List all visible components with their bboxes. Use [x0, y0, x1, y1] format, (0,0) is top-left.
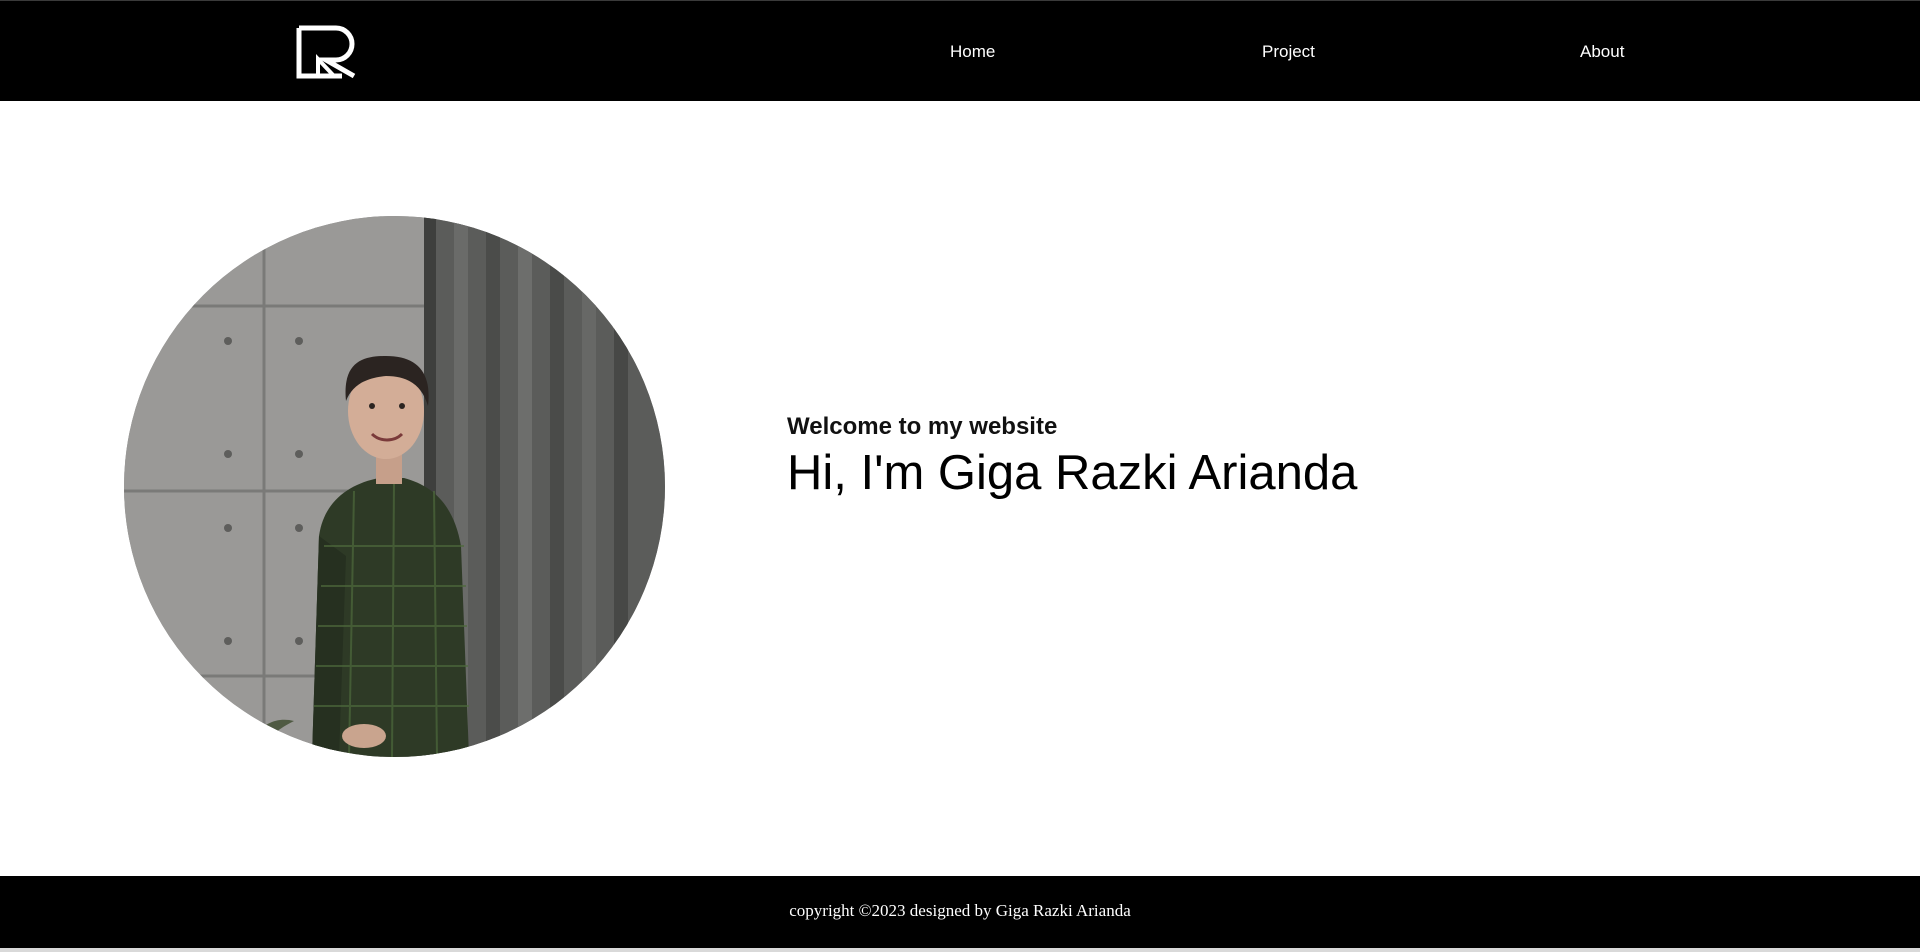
- copyright-text: copyright ©2023 designed by Giga Razki A…: [789, 901, 1131, 920]
- hero-headline: Hi, I'm Giga Razki Arianda: [787, 446, 1358, 500]
- nav-about-link[interactable]: About: [1580, 42, 1624, 62]
- page-bottom-divider: [0, 948, 1920, 952]
- portrait-illustration: [124, 216, 665, 757]
- r-monogram-logo-icon: [296, 25, 356, 79]
- nav-project-link[interactable]: Project: [1262, 42, 1315, 62]
- page: Home Project About Welcome to my website…: [0, 0, 1920, 952]
- logo-link[interactable]: [296, 25, 358, 79]
- footer: copyright ©2023 designed by Giga Razki A…: [0, 876, 1920, 948]
- nav-home-link[interactable]: Home: [950, 42, 995, 62]
- hero-section: Welcome to my website Hi, I'm Giga Razki…: [0, 101, 1920, 876]
- profile-photo: [124, 216, 665, 757]
- intro-text: Welcome to my website Hi, I'm Giga Razki…: [787, 413, 1357, 501]
- welcome-subtitle: Welcome to my website: [787, 413, 1058, 440]
- navbar: Home Project About: [0, 0, 1920, 101]
